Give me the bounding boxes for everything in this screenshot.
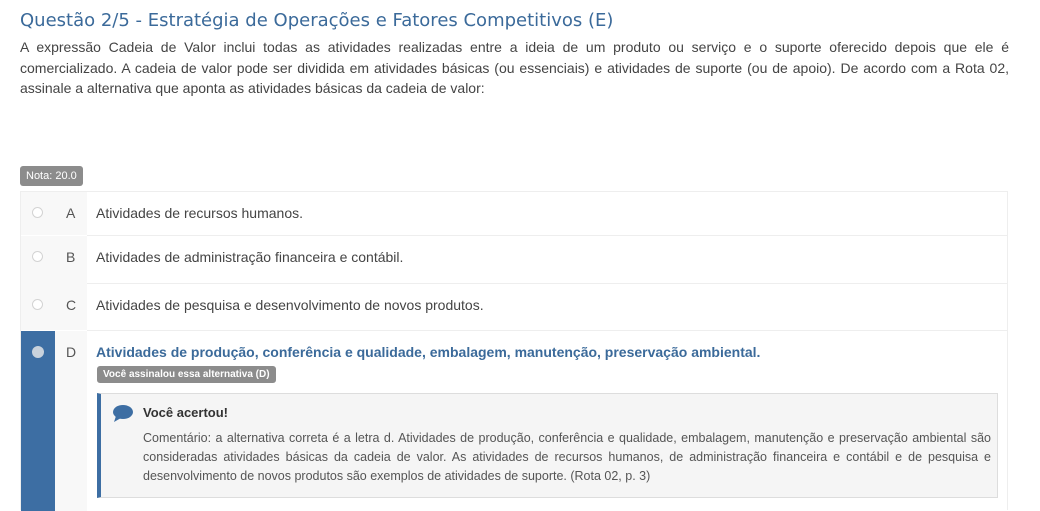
option-a-letter: A: [66, 205, 76, 221]
option-b-letter: B: [66, 249, 76, 265]
option-b-text: Atividades de administração financeira e…: [96, 249, 404, 265]
feedback-title: Você acertou!: [143, 405, 229, 420]
option-b-gutter: [21, 236, 87, 284]
option-d[interactable]: D Atividades de produção, conferência e …: [21, 331, 1007, 511]
question-statement: A expressão Cadeia de Valor inclui todas…: [20, 39, 1009, 96]
option-c-text: Atividades de pesquisa e desenvolvimento…: [96, 297, 484, 313]
feedback-panel: Você acertou! Comentário: a alternativa …: [97, 393, 998, 498]
selected-indicator-bar: [21, 331, 55, 511]
options-list: A Atividades de recursos humanos. B Ativ…: [20, 191, 1008, 511]
option-d-text: Atividades de produção, conferência e qu…: [96, 344, 761, 360]
grade-badge: Nota: 20.0: [20, 166, 83, 186]
option-b-radio[interactable]: [32, 251, 43, 262]
selected-alternative-badge: Você assinalou essa alternativa (D): [97, 366, 276, 383]
option-a[interactable]: A Atividades de recursos humanos.: [21, 192, 1007, 235]
option-a-radio[interactable]: [32, 207, 43, 218]
speech-bubble-icon: [113, 405, 133, 422]
option-d-radio[interactable]: [32, 346, 44, 358]
option-d-letter: D: [66, 344, 77, 360]
option-a-text: Atividades de recursos humanos.: [96, 205, 303, 221]
feedback-comment: Comentário: a alternativa correta é a le…: [143, 431, 991, 483]
option-c-letter: C: [66, 297, 77, 313]
option-b[interactable]: B Atividades de administração financeira…: [21, 236, 1007, 284]
option-c-gutter: [21, 284, 87, 330]
option-c[interactable]: C Atividades de pesquisa e desenvolvimen…: [21, 284, 1007, 330]
option-a-gutter: [21, 192, 87, 235]
question-title: Questão 2/5 - Estratégia de Operações e …: [20, 10, 614, 31]
option-c-radio[interactable]: [32, 299, 43, 310]
